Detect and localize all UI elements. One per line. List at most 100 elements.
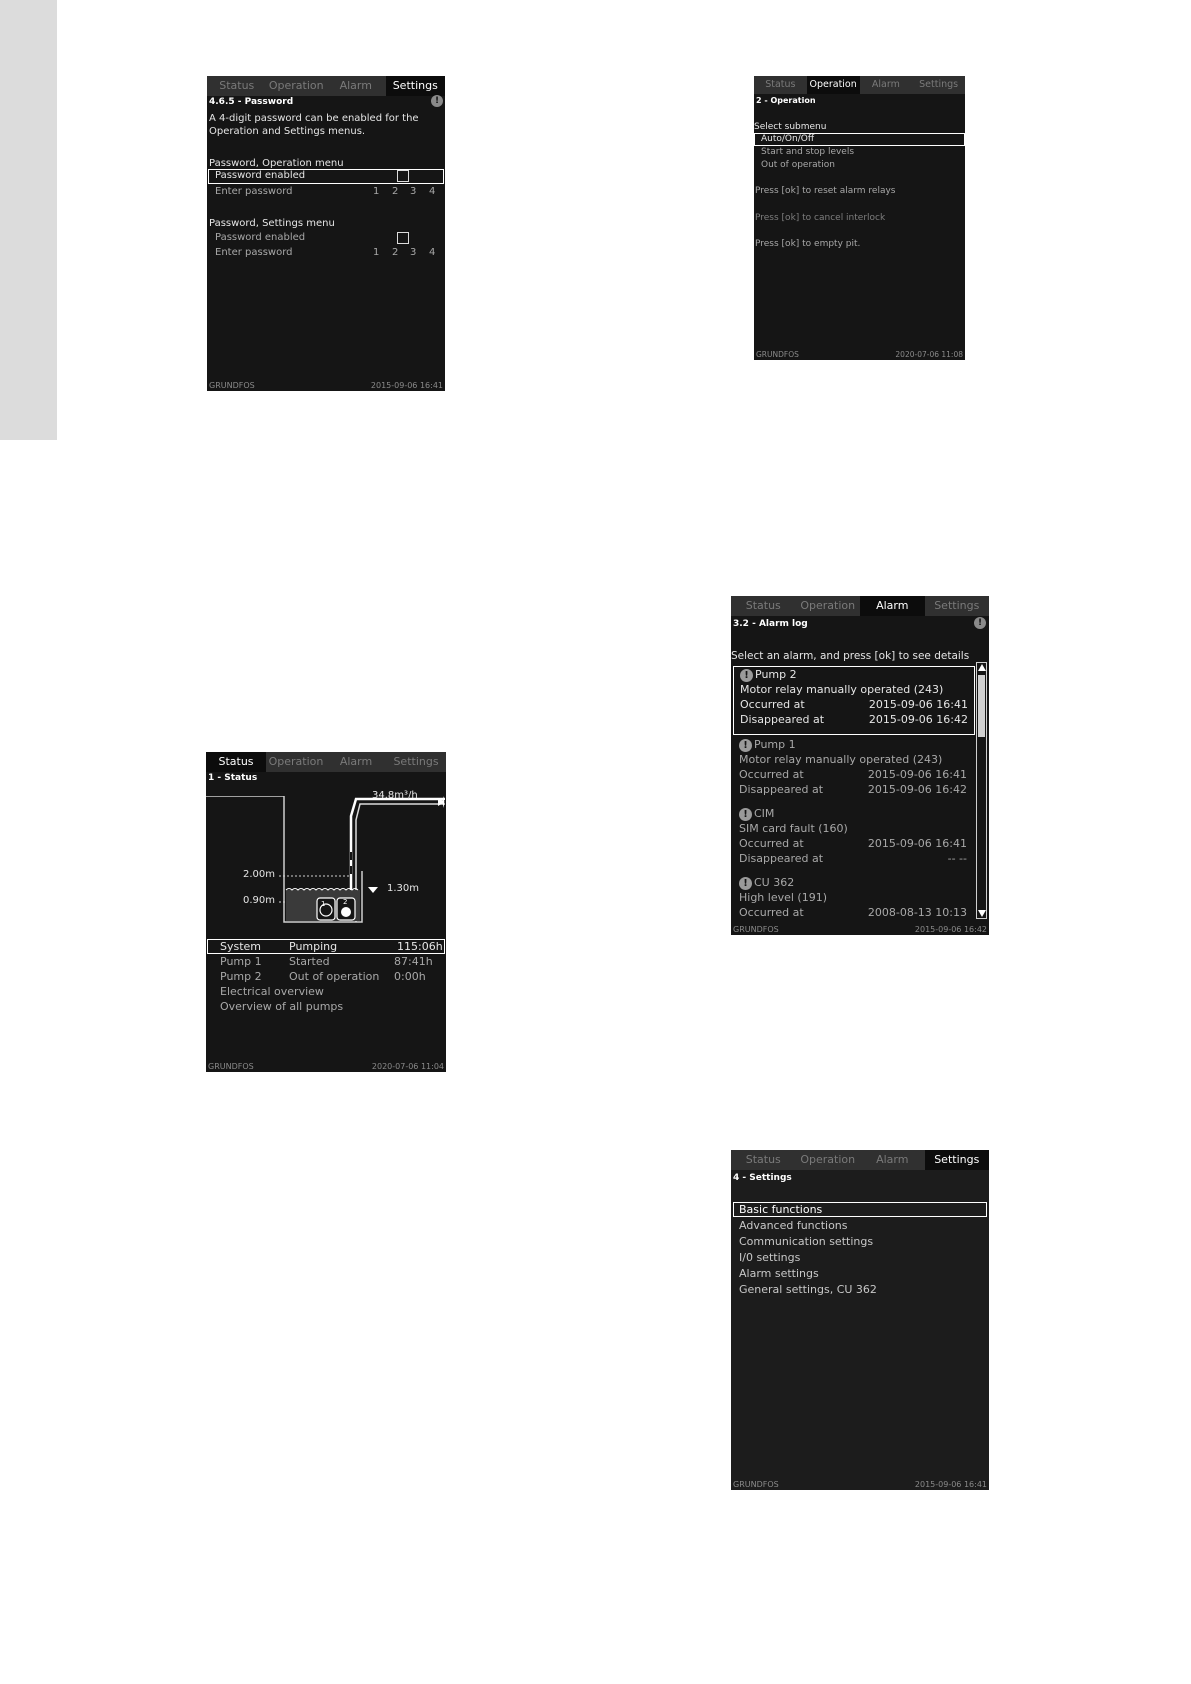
info-icon[interactable]: ! bbox=[431, 95, 443, 107]
screen-heading: 4.6.5 - Password bbox=[209, 97, 294, 107]
row-state: Out of operation bbox=[289, 970, 380, 983]
menu-item-auto-on-off[interactable]: Auto/On/Off bbox=[761, 134, 814, 144]
tab-status[interactable]: Status bbox=[206, 752, 266, 772]
brand-label: GRUNDFOS bbox=[209, 381, 255, 390]
reset-alarm-relays-prompt[interactable]: Press [ok] to reset alarm relays bbox=[755, 186, 895, 196]
tab-settings[interactable]: Settings bbox=[925, 596, 990, 616]
tab-alarm[interactable]: Alarm bbox=[326, 76, 386, 96]
tab-settings[interactable]: Settings bbox=[924, 1150, 989, 1170]
settings-digit-1[interactable]: 1 bbox=[373, 247, 379, 258]
alarm-description: Motor relay manually operated (243) bbox=[739, 753, 943, 766]
timestamp: 2015-09-06 16:41 bbox=[370, 381, 443, 390]
menu-item-alarm-settings[interactable]: Alarm settings bbox=[739, 1267, 819, 1280]
settings-password-section: Password, Settings menu bbox=[209, 218, 335, 229]
menu-item-advanced-functions[interactable]: Advanced functions bbox=[739, 1219, 848, 1232]
operation-digit-2[interactable]: 2 bbox=[392, 186, 398, 197]
brand-label: GRUNDFOS bbox=[733, 1480, 779, 1489]
tab-bar: Status Operation Alarm Settings bbox=[206, 752, 446, 772]
brand-label: GRUNDFOS bbox=[756, 350, 799, 359]
operation-digit-4[interactable]: 4 bbox=[429, 186, 435, 197]
select-submenu-label: Select submenu bbox=[754, 122, 827, 132]
alarm-entry[interactable]: ! Pump 2 Motor relay manually operated (2… bbox=[733, 666, 975, 735]
menu-item-io-settings[interactable]: I/0 settings bbox=[739, 1251, 800, 1264]
table-row[interactable]: Pump 2 Out of operation 0:00h bbox=[206, 969, 446, 984]
alarm-description: High level (191) bbox=[739, 891, 828, 904]
operation-enter-password-label[interactable]: Enter password bbox=[215, 186, 293, 197]
status-screen: Status Operation Alarm Settings 1 - Stat… bbox=[206, 752, 446, 1072]
settings-enter-password-label[interactable]: Enter password bbox=[215, 247, 293, 258]
tab-operation[interactable]: Operation bbox=[267, 76, 327, 96]
brand-label: GRUNDFOS bbox=[733, 925, 779, 934]
level-low-value: 0.90m bbox=[243, 895, 276, 906]
electrical-overview-label: Electrical overview bbox=[220, 985, 324, 998]
settings-digit-4[interactable]: 4 bbox=[429, 247, 435, 258]
scroll-down-arrow-icon[interactable] bbox=[977, 910, 986, 917]
menu-item-basic-functions[interactable]: Basic functions bbox=[739, 1203, 822, 1216]
page-side-strip bbox=[0, 0, 57, 440]
overview-all-pumps-label: Overview of all pumps bbox=[220, 1000, 344, 1013]
disappeared-label: Disappeared at bbox=[739, 783, 824, 796]
operation-password-enabled-label[interactable]: Password enabled bbox=[215, 170, 305, 181]
alarm-icon: ! bbox=[739, 807, 752, 821]
scrollbar[interactable] bbox=[976, 662, 987, 919]
disappeared-value: 2015-09-06 16:42 bbox=[868, 713, 968, 726]
list-item-overview-all-pumps[interactable]: Overview of all pumps bbox=[206, 999, 446, 1014]
timestamp: 2015-09-06 16:41 bbox=[914, 1480, 987, 1489]
cancel-interlock-prompt[interactable]: Press [ok] to cancel interlock bbox=[755, 213, 885, 223]
list-item-electrical-overview[interactable]: Electrical overview bbox=[206, 984, 446, 999]
alarm-description: Motor relay manually operated (243) bbox=[740, 683, 944, 696]
settings-password-enabled-label[interactable]: Password enabled bbox=[215, 232, 305, 243]
row-name: Pump 1 bbox=[220, 955, 262, 968]
screen-heading: 3.2 - Alarm log bbox=[733, 619, 808, 629]
row-name: Pump 2 bbox=[220, 970, 262, 983]
tab-settings[interactable]: Settings bbox=[385, 76, 445, 96]
menu-item-communication-settings[interactable]: Communication settings bbox=[739, 1235, 873, 1248]
water-surface bbox=[285, 888, 359, 891]
tab-operation[interactable]: Operation bbox=[266, 752, 326, 772]
alarm-source: CU 362 bbox=[754, 876, 795, 889]
table-row[interactable]: Pump 1 Started 87:41h bbox=[206, 954, 446, 969]
tab-alarm[interactable]: Alarm bbox=[860, 596, 925, 616]
tab-status[interactable]: Status bbox=[207, 76, 267, 96]
status-table: System Pumping 115:06h Pump 1 Started 87… bbox=[206, 939, 446, 1014]
pit-diagram: 1 2 bbox=[206, 796, 445, 923]
scroll-up-arrow-icon[interactable] bbox=[977, 664, 986, 671]
tab-alarm[interactable]: Alarm bbox=[860, 76, 913, 94]
operation-password-enabled-checkbox[interactable] bbox=[397, 170, 409, 182]
occurred-value: 2015-09-06 16:41 bbox=[868, 698, 968, 711]
tab-status[interactable]: Status bbox=[731, 1150, 796, 1170]
menu-item-start-stop-levels[interactable]: Start and stop levels bbox=[761, 147, 854, 157]
alarm-entry[interactable]: ! CIM SIM card fault (160) Occurred at 201… bbox=[733, 806, 973, 875]
tab-operation[interactable]: Operation bbox=[806, 76, 860, 94]
alarm-source: CIM bbox=[754, 807, 775, 820]
settings-password-enabled-checkbox[interactable] bbox=[397, 232, 409, 244]
menu-item-out-of-operation[interactable]: Out of operation bbox=[761, 160, 835, 170]
operation-digit-1[interactable]: 1 bbox=[373, 186, 379, 197]
tab-alarm[interactable]: Alarm bbox=[860, 1150, 925, 1170]
tab-operation[interactable]: Operation bbox=[796, 596, 861, 616]
screen-heading: 4 - Settings bbox=[733, 1173, 792, 1183]
alarm-entry[interactable]: ! Pump 1 Motor relay manually operated (2… bbox=[733, 737, 973, 806]
tab-status[interactable]: Status bbox=[731, 596, 796, 616]
menu-item-general-settings[interactable]: General settings, CU 362 bbox=[739, 1283, 877, 1296]
info-icon[interactable]: ! bbox=[974, 617, 986, 629]
settings-digit-2[interactable]: 2 bbox=[392, 247, 398, 258]
empty-pit-prompt[interactable]: Press [ok] to empty pit. bbox=[755, 239, 860, 249]
settings-digit-3[interactable]: 3 bbox=[410, 247, 416, 258]
disappeared-value: -- -- bbox=[947, 852, 967, 865]
scroll-thumb[interactable] bbox=[978, 675, 985, 737]
brand-label: GRUNDFOS bbox=[208, 1062, 254, 1071]
alarm-icon: ! bbox=[740, 668, 753, 682]
tab-settings[interactable]: Settings bbox=[386, 752, 446, 772]
table-row[interactable]: System Pumping 115:06h bbox=[206, 939, 446, 954]
operation-digit-3[interactable]: 3 bbox=[410, 186, 416, 197]
tab-status[interactable]: Status bbox=[754, 76, 807, 94]
occurred-value: 2008-08-13 10:13 bbox=[867, 906, 967, 919]
tab-alarm[interactable]: Alarm bbox=[326, 752, 386, 772]
screen-footer: GRUNDFOS 2020-07-06 11:08 bbox=[756, 350, 963, 359]
tab-bar: Status Operation Alarm Settings bbox=[731, 1150, 989, 1170]
screen-footer: GRUNDFOS 2020-07-06 11:04 bbox=[208, 1062, 444, 1071]
alarm-list[interactable]: ! Pump 2 Motor relay manually operated (2… bbox=[733, 666, 975, 935]
tab-settings[interactable]: Settings bbox=[912, 76, 965, 94]
tab-operation[interactable]: Operation bbox=[796, 1150, 861, 1170]
